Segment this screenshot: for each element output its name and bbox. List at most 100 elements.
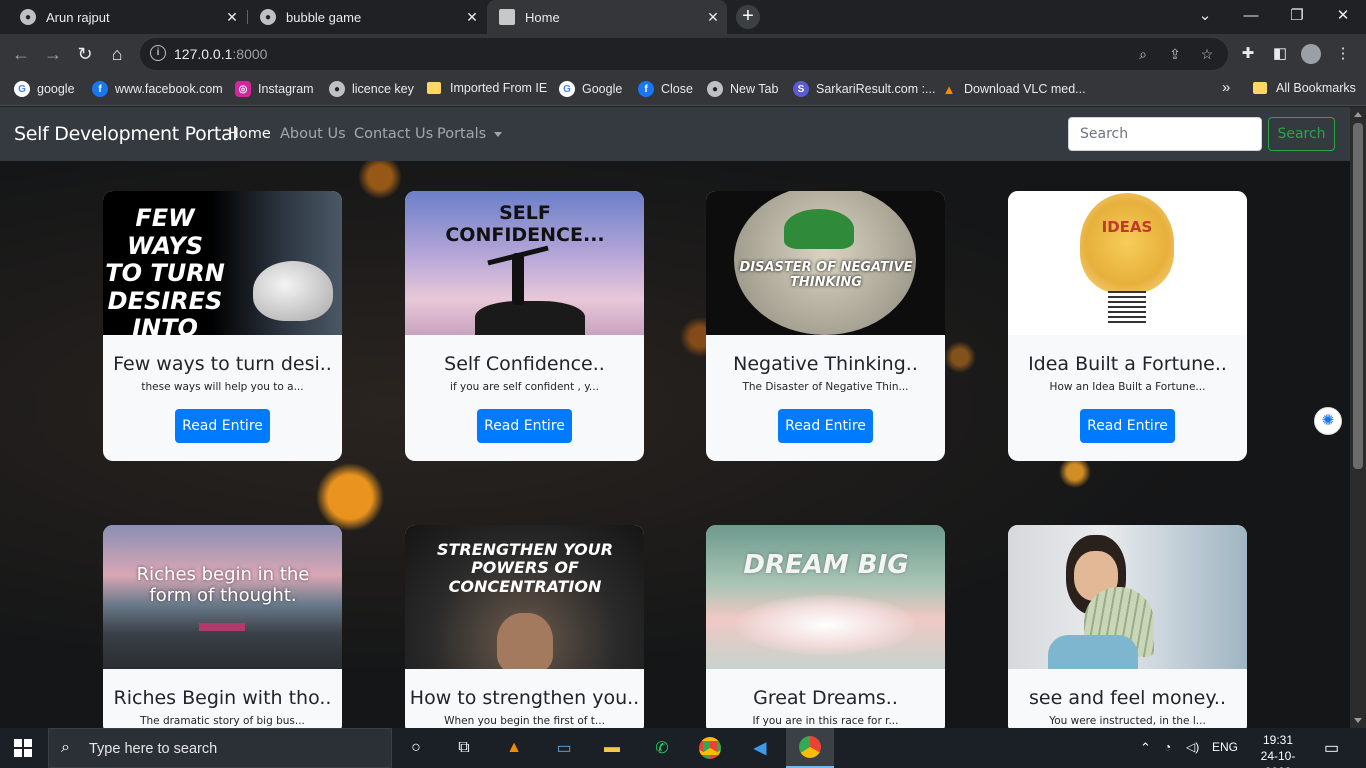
close-window-button[interactable]: ✕: [1320, 0, 1366, 30]
read-entire-button[interactable]: Read Entire: [1080, 409, 1175, 443]
bookmark-close[interactable]: f Close: [638, 81, 693, 97]
bookmark-download-vlc[interactable]: ▲ Download VLC med...: [941, 81, 1086, 97]
google-icon: G: [559, 81, 575, 97]
site-search-button[interactable]: Search: [1268, 117, 1335, 151]
remote-desktop-icon[interactable]: ▭: [550, 734, 578, 762]
scroll-up-icon[interactable]: [1354, 112, 1362, 117]
card-description: these ways will help you to a...: [141, 381, 304, 393]
bookmark-google[interactable]: Ggoogle: [14, 81, 75, 97]
read-entire-button[interactable]: Read Entire: [477, 409, 572, 443]
read-entire-button[interactable]: Read Entire: [175, 409, 270, 443]
site-search-input[interactable]: [1068, 117, 1262, 151]
language-indicator[interactable]: ENG: [1212, 740, 1238, 754]
taskbar-search-box[interactable]: ⌕ Type here to search: [48, 728, 392, 768]
bookmark-sarkari-result[interactable]: S SarkariResult.com :...: [793, 81, 935, 97]
close-tab-icon[interactable]: ✕: [705, 9, 721, 25]
nav-about-us[interactable]: About Us: [280, 126, 346, 142]
cortana-icon[interactable]: ○: [402, 734, 430, 762]
back-button[interactable]: ←: [8, 41, 34, 67]
bookmark-facebook[interactable]: f www.facebook.com: [92, 81, 223, 97]
folder-icon: [1253, 82, 1267, 94]
all-bookmarks-button[interactable]: All Bookmarks: [1253, 81, 1356, 95]
home-button[interactable]: ⌂: [104, 41, 130, 67]
chrome-icon[interactable]: [696, 734, 724, 762]
volume-icon[interactable]: ◁): [1186, 740, 1199, 754]
windows-taskbar: ⌕ Type here to search ○ ⧉ ▲ ▭ ▬ ✆ ◀ ⌃ ◔ …: [0, 728, 1366, 768]
card-description: The dramatic story of big bus...: [140, 715, 305, 727]
more-bookmarks-button[interactable]: »: [1222, 79, 1230, 96]
site-info-icon[interactable]: i: [150, 45, 166, 61]
side-panel-icon[interactable]: ◧: [1270, 44, 1290, 64]
extensions-icon[interactable]: ✚: [1238, 44, 1258, 64]
close-tab-icon[interactable]: ✕: [464, 9, 480, 25]
network-icon[interactable]: ◔: [1164, 740, 1171, 754]
read-entire-button[interactable]: Read Entire: [778, 409, 873, 443]
task-view-icon[interactable]: ⧉: [450, 734, 478, 762]
cloud-shape: [736, 595, 916, 655]
site-navbar: Self Development Portal Home About Us Co…: [0, 107, 1350, 161]
globe-icon: ●: [707, 81, 723, 97]
tab-search-icon[interactable]: ⌄: [1182, 0, 1228, 30]
close-tab-icon[interactable]: ✕: [224, 9, 240, 25]
zoom-icon[interactable]: ⌕: [1134, 45, 1152, 63]
article-card: DISASTER OF NEGATIVE THINKING Negative T…: [706, 191, 945, 461]
chrome-logo: [799, 736, 821, 758]
chrome-active-icon[interactable]: [786, 728, 834, 768]
card-title: Riches Begin with tho..: [113, 687, 332, 709]
globe-icon: ●: [260, 9, 276, 25]
reload-button[interactable]: ↻: [72, 41, 98, 67]
forward-button[interactable]: →: [40, 41, 66, 67]
facebook-icon: f: [638, 81, 654, 97]
bookmark-star-icon[interactable]: ☆: [1198, 45, 1216, 63]
globe-icon: ●: [20, 9, 36, 25]
new-tab-button[interactable]: +: [736, 5, 760, 29]
card-description: The Disaster of Negative Thin...: [742, 381, 909, 393]
notification-icon[interactable]: ▭: [1324, 738, 1339, 758]
clock[interactable]: 19:31 24-10-2023: [1252, 732, 1304, 768]
tab-home[interactable]: Home ✕: [487, 0, 727, 34]
card-description: if you are self confident , y...: [450, 381, 599, 393]
windows-start-icon[interactable]: [14, 739, 32, 757]
scrollbar-thumb[interactable]: [1353, 123, 1363, 469]
card-description: How an Idea Built a Fortune...: [1049, 381, 1206, 393]
card-image-caption: DREAM BIG: [743, 550, 909, 580]
folder-icon: [427, 82, 441, 94]
tab-arun-rajput[interactable]: ● Arun rajput ✕: [8, 0, 246, 34]
vlc-icon[interactable]: ▲: [500, 734, 528, 762]
nav-portals-dropdown[interactable]: Portals: [437, 126, 503, 142]
taskbar-search-placeholder: Type here to search: [89, 741, 218, 757]
nav-home[interactable]: Home: [228, 126, 271, 142]
minimize-button[interactable]: —: [1228, 0, 1274, 30]
scroll-down-icon[interactable]: [1354, 718, 1362, 723]
file-explorer-icon[interactable]: ▬: [598, 734, 626, 762]
profile-avatar[interactable]: [1301, 44, 1321, 64]
card-title: How to strengthen you..: [409, 687, 640, 709]
bookmark-google-2[interactable]: G Google: [559, 81, 622, 97]
menu-icon[interactable]: ⋮: [1333, 44, 1353, 64]
vscode-icon[interactable]: ◀: [746, 734, 774, 762]
person-silhouette: [512, 253, 524, 305]
url-text: 127.0.0.1:8000: [174, 46, 268, 62]
card-image-caption: FEW WAYS TO TURN DESIRES INTO GOLD: [105, 204, 225, 335]
bookmark-new-tab[interactable]: ● New Tab: [707, 81, 778, 97]
article-card: STRENGTHEN YOUR POWERS OF CONCENTRATION …: [405, 525, 644, 728]
show-hidden-icons[interactable]: ⌃: [1140, 740, 1151, 756]
share-icon[interactable]: ⇪: [1166, 45, 1184, 63]
nav-contact-us[interactable]: Contact Us: [354, 126, 433, 142]
assistant-icon[interactable]: ✺: [1314, 407, 1342, 435]
browser-toolbar: ← → ↻ ⌂ i 127.0.0.1:8000 ⌕ ⇪ ☆ ✚ ◧ ⋮: [0, 34, 1366, 74]
bookmark-imported-from-ie[interactable]: Imported From IE: [427, 81, 547, 95]
card-image: DREAM BIG: [706, 525, 945, 669]
lightbulb-shape: [1080, 193, 1174, 293]
page-scrollbar[interactable]: [1350, 107, 1366, 728]
restore-button[interactable]: ❐: [1274, 0, 1320, 30]
bookmark-instagram[interactable]: ◎ Instagram: [235, 81, 314, 97]
tab-bubble-game[interactable]: ● bubble game ✕: [248, 0, 486, 34]
page-icon: [499, 9, 515, 25]
site-brand[interactable]: Self Development Portal: [14, 123, 238, 145]
address-bar[interactable]: i 127.0.0.1:8000 ⌕ ⇪ ☆: [140, 38, 1228, 70]
instagram-icon: ◎: [235, 81, 251, 97]
bookmark-licence-key[interactable]: ● licence key: [329, 81, 414, 97]
card-image: [1008, 525, 1247, 669]
whatsapp-icon[interactable]: ✆: [648, 734, 676, 762]
